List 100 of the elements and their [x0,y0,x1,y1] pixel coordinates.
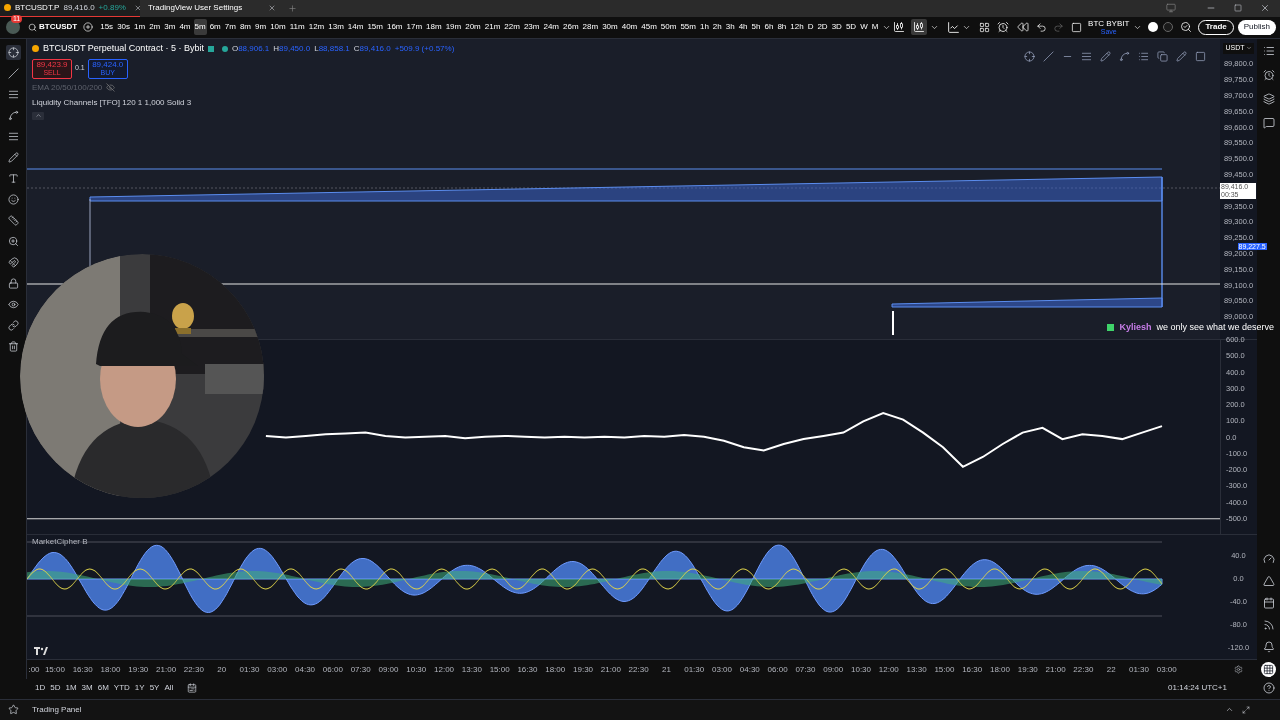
interval-button[interactable]: 8m [238,19,253,36]
alarm-icon[interactable] [1262,69,1275,81]
layers-icon[interactable] [1262,93,1275,105]
lock-icon[interactable] [7,278,19,289]
chat-icon[interactable] [1262,117,1275,129]
drawing-tool-icon[interactable] [1043,51,1054,62]
range-button[interactable]: 1Y [134,681,145,694]
monitor-icon[interactable] [1166,3,1176,14]
interval-button[interactable]: 22m [503,19,521,36]
eye-icon[interactable] [7,299,19,310]
interval-button[interactable]: 50m [659,19,678,36]
apps-icon[interactable] [1263,664,1274,675]
interval-button[interactable]: 19m [444,19,463,36]
grid-icon[interactable] [979,21,991,33]
interval-button[interactable]: 5m [193,19,207,36]
range-button[interactable]: 6M [97,681,109,694]
trend-line-icon[interactable] [7,68,19,79]
flag-icon[interactable] [207,45,214,52]
interval-button[interactable]: 30s [116,19,132,36]
add-symbol-icon[interactable] [83,22,94,33]
feed-icon[interactable] [1262,619,1275,631]
channel-icon[interactable] [7,131,19,142]
interval-button[interactable]: 1h [698,19,710,36]
interval-button[interactable]: 4m [178,19,192,36]
drawing-tool-icon[interactable] [1138,51,1149,62]
hidden-eye-icon[interactable] [106,83,116,92]
magnet-icon[interactable] [7,257,19,268]
zoom-icon[interactable] [7,236,19,247]
interval-button[interactable]: 6h [763,19,775,36]
brush-icon[interactable] [7,152,19,163]
interval-button[interactable]: D [806,19,815,36]
close-icon[interactable] [1260,3,1270,14]
triangle-icon[interactable] [1262,575,1275,587]
range-button[interactable]: 3M [81,681,93,694]
ruler-icon[interactable] [7,215,19,226]
interval-button[interactable]: 20m [464,19,482,36]
interval-button[interactable]: 3h [724,19,736,36]
maximize-icon[interactable] [1234,4,1242,13]
calendar-icon[interactable] [1262,597,1275,609]
interval-button[interactable]: 3m [163,19,177,36]
interval-button[interactable]: 24m [542,19,560,36]
interval-button[interactable]: 1m [133,19,147,36]
quick-search-icon[interactable] [1180,21,1193,34]
interval-button[interactable]: 12m [307,19,326,36]
user-icon[interactable] [1148,22,1159,33]
layout-name[interactable]: BTC BYBIT [1088,19,1130,28]
avatar-icon[interactable] [6,20,20,35]
drawing-tool-icon[interactable] [1157,51,1168,62]
symbol-search[interactable]: BTCUSDT [28,21,78,34]
interval-button[interactable]: 15s [99,19,115,36]
logo-icon[interactable] [34,647,48,655]
range-button[interactable]: YTD [113,681,130,694]
replay-icon[interactable] [1017,21,1030,34]
drawing-tool-icon[interactable] [1195,51,1206,62]
range-button[interactable]: 5D [50,681,61,694]
help-icon[interactable] [1262,681,1275,694]
alarm-icon[interactable] [997,21,1010,34]
interval-button[interactable]: 16m [385,19,404,36]
browser-tab[interactable]: BTCUSDT.P 89,416.0 +0.89% [0,0,140,17]
range-button[interactable]: 5Y [149,681,160,694]
gauge-icon[interactable] [1262,553,1275,565]
interval-button[interactable]: W [859,19,869,36]
trading-panel-tab[interactable]: Trading Panel [32,703,82,716]
interval-button[interactable]: 6m [208,19,222,36]
interval-button[interactable]: 2m [148,19,162,36]
drawing-tool-icon[interactable] [1176,51,1187,62]
interval-button[interactable]: 55m [679,19,697,36]
star-icon[interactable] [8,704,19,716]
interval-button[interactable]: 45m [640,19,658,36]
interval-button[interactable]: 3D [830,19,843,36]
interval-button[interactable]: M [870,19,880,36]
interval-button[interactable]: 2h [711,19,723,36]
interval-button[interactable]: 15m [366,19,384,36]
text-icon[interactable] [7,173,19,184]
emoji-icon[interactable] [7,194,19,205]
pattern-icon[interactable] [7,110,19,121]
drawing-tool-icon[interactable] [1119,51,1130,62]
drawing-tool-icon[interactable] [1100,51,1111,62]
range-button[interactable]: All [164,681,174,694]
maximize-icon[interactable] [1242,705,1250,714]
interval-button[interactable]: 23m [522,19,541,36]
fib-icon[interactable] [7,89,19,100]
interval-button[interactable]: 10m [269,19,287,36]
bell-icon[interactable] [1262,641,1275,653]
settings-icon[interactable] [1234,665,1243,674]
interval-button[interactable]: 12h [789,19,805,36]
range-button[interactable]: 1D [35,681,46,694]
interval-button[interactable]: 18m [425,19,443,36]
watchlist-icon[interactable] [1262,45,1275,57]
interval-button[interactable]: 30m [601,19,619,36]
interval-button[interactable]: 5D [844,19,858,36]
candles-icon[interactable] [913,21,926,34]
indicator-label[interactable]: MarketCipher B [32,536,88,548]
range-button[interactable]: 1M [65,681,77,694]
indicators-icon[interactable] [947,20,961,34]
interval-button[interactable]: 11m [288,19,306,36]
publish-button[interactable]: Publish [1237,19,1276,35]
close-icon[interactable] [268,4,276,13]
layout-icon[interactable] [1071,21,1083,33]
indicator-label[interactable]: Liquidity Channels [TFO] 120 1 1,000 Solid 3 [32,96,192,109]
